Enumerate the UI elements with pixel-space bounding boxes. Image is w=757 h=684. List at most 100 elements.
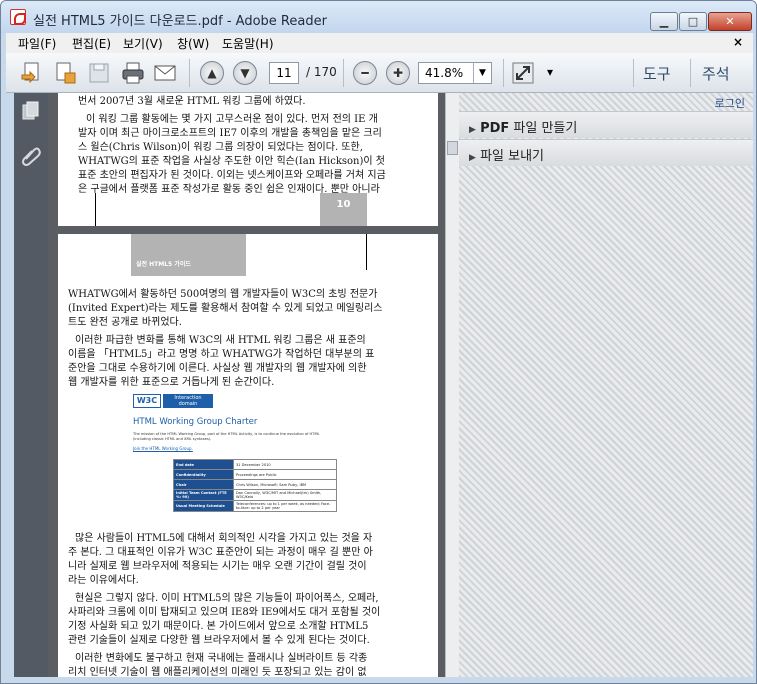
- page-text-line: 웹 개발자를 위한 표준으로 거듭나게 된 순간이다.: [68, 377, 275, 388]
- tools-tab[interactable]: 도구: [643, 63, 671, 84]
- toolbar-separator: [343, 59, 344, 87]
- export-pdf-icon[interactable]: [53, 61, 77, 85]
- minus-icon: ━: [361, 66, 369, 80]
- section-label-bold: PDF: [480, 121, 510, 136]
- print-icon[interactable]: [121, 61, 145, 85]
- menu-help[interactable]: 도움말(H): [222, 35, 274, 52]
- fullscreen-icon[interactable]: [511, 61, 535, 85]
- toolbar-more-button[interactable]: ▾: [547, 65, 553, 79]
- page-total-label: / 170: [306, 65, 337, 79]
- page-text-line: 이러한 변화에도 불구하고 현재 국내에는 플래시나 실버라이트 등 각종: [75, 653, 368, 664]
- page-text-line: 현실은 그렇지 않다. 이미 HTML5의 많은 기능들이 파이어폭스, 오페라…: [75, 593, 379, 604]
- menu-window[interactable]: 창(W): [177, 35, 209, 52]
- tools-pane: 로그인 ▶ PDF 파일 만들기 ▶ 파일 보내기: [459, 93, 753, 677]
- minimize-button[interactable]: ▁: [650, 12, 678, 31]
- section-label: 파일 보내기: [480, 149, 544, 164]
- page-text-line: 주 본다. 그 대표적인 이유가 W3C 표준안이 되는 과정이 매우 길 뿐만…: [68, 547, 373, 558]
- vertical-scrollbar[interactable]: [445, 93, 459, 677]
- navigation-pane: [14, 93, 48, 677]
- zoom-out-button[interactable]: ━: [353, 61, 377, 85]
- charter-value: Chris Wilson, Microsoft; Sam Ruby, IBM: [233, 479, 337, 490]
- create-pdf-icon[interactable]: [20, 61, 44, 85]
- title-bar: 실전 HTML5 가이드 다운로드.pdf - Adobe Reader ▁ □…: [1, 1, 756, 33]
- zoom-value: 41.8%: [425, 66, 464, 80]
- pages-icon[interactable]: [20, 101, 42, 123]
- charter-key: End date: [173, 459, 234, 470]
- login-link[interactable]: 로그인: [715, 95, 745, 111]
- charter-row: Confidentiality Proceedings are Public: [173, 469, 337, 480]
- window-title: 실전 HTML5 가이드 다운로드.pdf - Adobe Reader: [33, 14, 327, 29]
- charter-row: End date 31 December 2010: [173, 459, 337, 470]
- charter-key: Initial Team Contact (FTE %: 90): [173, 489, 234, 501]
- document-close-button[interactable]: ×: [733, 35, 743, 49]
- w3c-logo: W3C: [133, 394, 161, 408]
- menu-edit[interactable]: 편집(E): [72, 35, 111, 52]
- page-text-line: 사파리와 크롬에 이미 탑재되고 있으며 IE8와 IE9에서도 대거 포함될 …: [68, 607, 381, 618]
- attachments-icon[interactable]: [20, 145, 42, 167]
- page-text-line: 많은 사람들이 HTML5에 대해서 회의적인 시각을 가지고 있는 것을 자: [75, 533, 373, 544]
- menu-bar: 파일(F) 편집(E) 보기(V) 창(W) 도움말(H) ×: [6, 33, 753, 53]
- page-number-input[interactable]: 11: [269, 62, 299, 84]
- charter-value: Proceedings are Public: [233, 469, 337, 480]
- next-page-button[interactable]: ▼: [233, 61, 257, 85]
- scrollbar-thumb[interactable]: [447, 141, 458, 155]
- chevron-right-icon: ▶: [469, 125, 476, 135]
- pdf-page-10: 번서 2007년 3월 새로운 HTML 워킹 그룹에 하였다. 이 워킹 그룹…: [58, 93, 438, 226]
- page-text-line: 표준 초안의 편집자가 된 것이다. 이외는 넷스케이프와 오페라를 거쳐 지금: [78, 170, 386, 181]
- page-text-line: 리치 인터넷 기술이 웹 애플리케이션의 미래인 듯 포장되고 있는 감이 없: [68, 667, 367, 677]
- page-text-line: 관련 기술들이 실제로 다양한 웹 브라우저에서 볼 수 있게 된다는 것이다.: [68, 635, 370, 646]
- menu-file[interactable]: 파일(F): [18, 35, 56, 52]
- charter-value: Teleconferences: up to 1 per week, as ne…: [233, 500, 337, 512]
- zoom-select[interactable]: 41.8% ▼: [418, 62, 492, 84]
- send-file-section[interactable]: ▶ 파일 보내기: [459, 139, 753, 166]
- close-button[interactable]: ✕: [708, 12, 752, 31]
- document-view[interactable]: 번서 2007년 3월 새로운 HTML 워킹 그룹에 하였다. 이 워킹 그룹…: [48, 93, 445, 677]
- toolbar: ▲ ▼ 11 / 170 ━ ✚ 41.8% ▼ ▾ 도구 주석: [6, 53, 753, 93]
- page-text-line: 번서 2007년 3월 새로운 HTML 워킹 그룹에 하였다.: [78, 96, 306, 107]
- page-text-line: WHATWG의 표준 작업을 사실상 주도한 이안 힉슨(Ian Hickson…: [78, 156, 385, 167]
- section-label: 파일 만들기: [509, 121, 578, 136]
- charter-row: Usual Meeting Schedule Teleconferences: u…: [173, 500, 337, 512]
- w3c-figure: W3C Interaction domain HTML Working Grou…: [133, 394, 363, 524]
- charter-value: Dan Connolly, W3C/MIT and Michael(tm) Sm…: [233, 489, 337, 501]
- page-text-line: 기정 사실화 되고 있기 때문이다. 본 가이드에서 앞으로 소개할 HTML5: [68, 621, 369, 632]
- email-icon[interactable]: [153, 61, 177, 85]
- arrow-down-icon: ▼: [240, 66, 250, 80]
- adobe-reader-icon: [10, 9, 26, 25]
- page-text-line: 이름을 「HTML5」라고 명명 하고 WHATWG가 작업하던 대부분의 표: [68, 349, 375, 360]
- menu-view[interactable]: 보기(V): [123, 35, 163, 52]
- save-icon[interactable]: [87, 61, 111, 85]
- arrow-up-icon: ▲: [207, 66, 217, 80]
- previous-page-button[interactable]: ▲: [200, 61, 224, 85]
- maximize-button[interactable]: □: [679, 12, 707, 31]
- page-text-line: 트도 완전 공개로 바뀌었다.: [68, 317, 182, 328]
- page-text-line: 이 워킹 그룹 활동에는 몇 가지 고무스러운 점이 있다. 먼저 전의 IE …: [86, 114, 378, 125]
- pdf-page-11: 실전 HTML5 가이드 WHATWG에서 활동하던 500여명의 웹 개발자들…: [58, 234, 438, 677]
- page-text-line: 니라 실제로 웹 브라우저에 적용되는 시기는 매우 오랜 기간이 걸릴 것이: [68, 561, 367, 572]
- figure-link: Join the HTML Working Group.: [133, 446, 193, 451]
- app-window: 실전 HTML5 가이드 다운로드.pdf - Adobe Reader ▁ □…: [0, 0, 757, 684]
- figure-heading: HTML Working Group Charter: [133, 417, 258, 427]
- toolbar-separator: [189, 59, 190, 87]
- page-text-line: 준안을 그대로 수용하기에 이른다. 사실상 웹 개발자의 웹 개발자에 의한: [68, 363, 367, 374]
- comment-tab[interactable]: 주석: [702, 63, 730, 84]
- toolbar-separator: [690, 59, 691, 87]
- toolbar-separator: [503, 59, 504, 87]
- page-number-tab: 10: [320, 193, 367, 226]
- create-pdf-section[interactable]: ▶ PDF 파일 만들기: [459, 111, 753, 138]
- charter-row: Chair Chris Wilson, Microsoft; Sam Ruby, …: [173, 479, 337, 490]
- page-text-line: 스 윌슨(Chris Wilson)이 워킹 그룹 의장이 되었다는 점이다. …: [78, 142, 363, 153]
- crop-mark: [366, 234, 367, 270]
- page-text-line: 라는 이유에서다.: [68, 575, 139, 586]
- toolbar-separator: [633, 59, 634, 87]
- page-text-line: 이러한 파급한 변화를 통해 W3C의 새 HTML 워킹 그룹은 새 표준의: [75, 335, 366, 346]
- zoom-in-button[interactable]: ✚: [386, 61, 410, 85]
- page-text-line: WHATWG에서 활동하던 500여명의 웹 개발자들이 W3C의 초빙 전문가: [68, 289, 378, 300]
- page-header-tab: 실전 HTML5 가이드: [131, 234, 246, 276]
- charter-table: End date 31 December 2010 Confidentiality P…: [173, 459, 337, 512]
- charter-value: 31 December 2010: [233, 459, 337, 470]
- charter-key: Chair: [173, 479, 234, 490]
- charter-key: Usual Meeting Schedule: [173, 500, 234, 512]
- chevron-down-icon[interactable]: ▼: [473, 63, 491, 83]
- interaction-domain-badge: Interaction domain: [163, 394, 213, 408]
